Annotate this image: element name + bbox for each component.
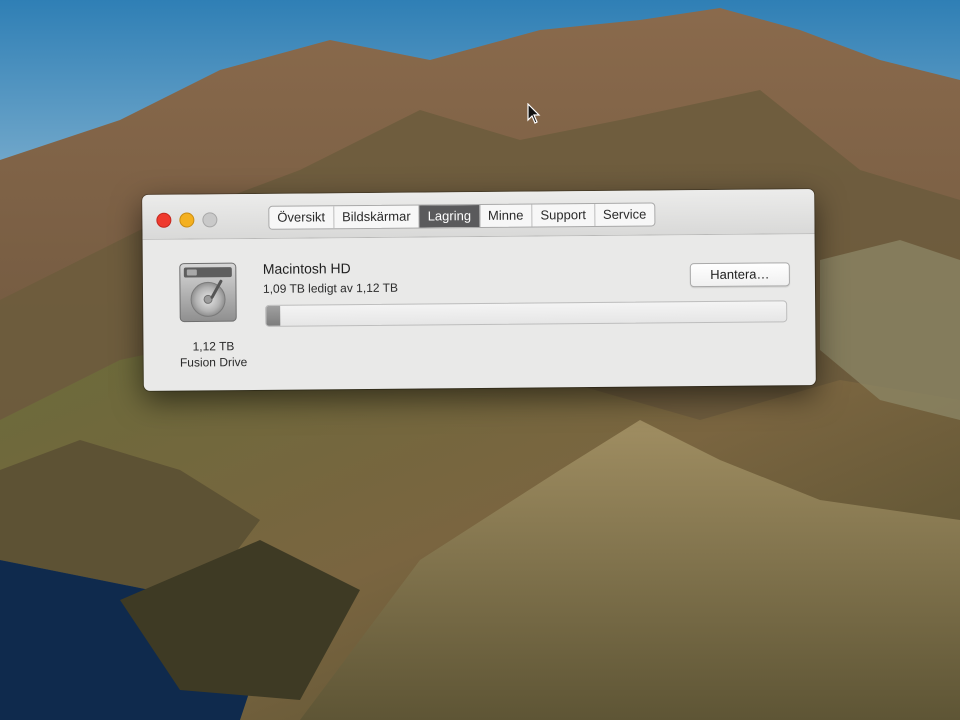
storage-used-segment xyxy=(266,305,281,326)
tab-bildskarmar[interactable]: Bildskärmar xyxy=(333,205,420,229)
tab-bar: Översikt Bildskärmar Lagring Minne Suppo… xyxy=(268,202,656,230)
zoom-button[interactable] xyxy=(202,212,218,228)
disk-capacity: 1,12 TB xyxy=(192,339,235,354)
tab-support[interactable]: Support xyxy=(532,203,596,227)
tab-lagring[interactable]: Lagring xyxy=(419,204,481,228)
manage-button[interactable]: Hantera… xyxy=(689,262,790,288)
tab-oversikt[interactable]: Översikt xyxy=(269,206,335,229)
storage-usage-bar xyxy=(265,300,788,327)
window-titlebar: Översikt Bildskärmar Lagring Minne Suppo… xyxy=(142,189,815,240)
hard-drive-icon xyxy=(179,262,237,323)
mouse-pointer-icon xyxy=(527,103,541,124)
minimize-button[interactable] xyxy=(179,212,195,228)
about-this-mac-window: Översikt Bildskärmar Lagring Minne Suppo… xyxy=(142,189,816,391)
tab-minne[interactable]: Minne xyxy=(479,204,533,227)
volume-free-space: 1,09 TB ledigt av 1,12 TB xyxy=(262,280,399,296)
desktop-wallpaper: Översikt Bildskärmar Lagring Minne Suppo… xyxy=(0,0,960,720)
storage-panel: 1,12 TB Fusion Drive Macintosh HD 1,09 T… xyxy=(143,234,816,391)
disk-type: Fusion Drive xyxy=(179,355,248,370)
tab-service[interactable]: Service xyxy=(595,203,655,226)
volume-name: Macintosh HD xyxy=(262,260,351,277)
close-button[interactable] xyxy=(156,212,172,228)
